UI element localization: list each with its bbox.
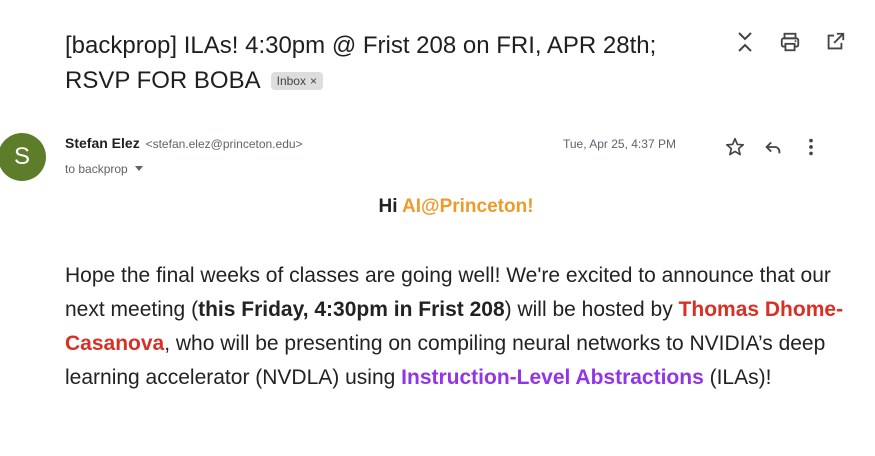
print-icon[interactable] (778, 30, 802, 54)
thread-actions (733, 30, 847, 54)
expand-collapse-icon[interactable] (733, 30, 757, 54)
email-view: [backprop] ILAs! 4:30pm @ Frist 208 on F… (0, 0, 875, 456)
sender-avatar[interactable]: S (0, 133, 46, 181)
more-options-icon[interactable] (799, 135, 823, 159)
open-in-new-window-icon[interactable] (823, 30, 847, 54)
greeting-org: AI@Princeton! (402, 196, 534, 217)
talk-topic: Instruction-Level Abstractions (401, 366, 704, 389)
sender-email: <stefan.elez@princeton.edu> (145, 137, 303, 151)
greeting: Hi AI@Princeton! (0, 196, 875, 218)
body-part-4: (ILAs)! (703, 366, 772, 389)
show-details-chevron-icon[interactable] (134, 159, 144, 179)
message-date: Tue, Apr 25, 4:37 PM (563, 137, 676, 151)
meeting-time: this Friday, 4:30pm in Frist 208 (198, 298, 505, 321)
sender-name[interactable]: Stefan Elez (65, 135, 140, 151)
recipient-text: to backprop (65, 162, 128, 176)
message-body: Hope the final weeks of classes are goin… (65, 259, 865, 395)
message-actions (723, 135, 823, 159)
greeting-prefix: Hi (378, 196, 403, 217)
subject-title: [backprop] ILAs! 4:30pm @ Frist 208 on F… (65, 32, 657, 94)
body-part-2: ) will be hosted by (504, 298, 679, 321)
recipient-line: to backprop (65, 159, 144, 179)
email-subject: [backprop] ILAs! 4:30pm @ Frist 208 on F… (65, 28, 705, 98)
avatar-letter: S (13, 143, 30, 170)
inbox-label[interactable]: Inbox × (270, 72, 323, 90)
star-icon[interactable] (723, 135, 747, 159)
reply-icon[interactable] (761, 135, 785, 159)
inbox-label-text: Inbox (276, 74, 306, 88)
remove-label-button[interactable]: × (310, 74, 317, 88)
sender-info: Stefan Elez <stefan.elez@princeton.edu> (65, 133, 303, 154)
